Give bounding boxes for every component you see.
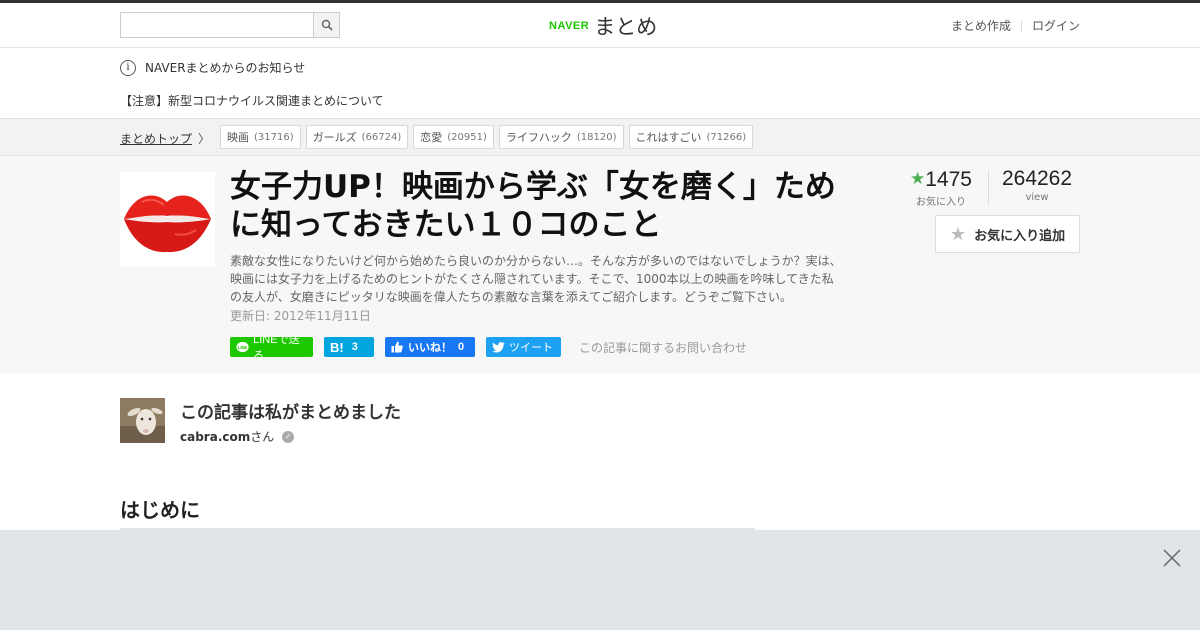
tag-label: 映画 — [227, 131, 249, 144]
logo-matome: まとめ — [594, 15, 658, 39]
search-icon — [321, 19, 333, 31]
hatena-count: 3 — [351, 341, 358, 353]
tag-item[interactable]: ライフハック (18120) — [498, 125, 624, 149]
tweet-button[interactable]: ツイート — [486, 337, 561, 357]
tag-count: (31716) — [254, 131, 294, 143]
search-input[interactable] — [121, 13, 315, 37]
favorites-label: お気に入り — [915, 197, 966, 208]
chevron-right-icon: 〉 — [198, 132, 211, 146]
notice-area: i NAVERまとめからのお知らせ 【注意】新型コロナウイルス関連まとめについて — [0, 48, 1200, 118]
lips-image — [120, 172, 215, 267]
author-name-row: cabra.com さん ✓ — [180, 428, 295, 445]
search-box — [120, 12, 340, 38]
star-icon: ★ — [949, 223, 967, 245]
hatena-icon: B! — [330, 339, 344, 355]
views-stat: 264262 view — [1002, 166, 1072, 208]
article-header: 女子力UP！映画から学ぶ「女を磨く」ために知っておきたい１０コのこと 素敵な女性… — [0, 156, 1200, 373]
site-header: NAVER まとめ まとめ作成 ログイン — [0, 3, 1200, 48]
tag-item[interactable]: ガールズ (66724) — [305, 125, 409, 149]
favorites-count-row: ★1475 — [910, 166, 972, 193]
tag-count: (20951) — [447, 131, 487, 143]
add-favorite-button[interactable]: ★ お気に入り追加 — [935, 215, 1080, 253]
article-title: 女子力UP！映画から学ぶ「女を磨く」ために知っておきたい１０コのこと — [230, 169, 836, 243]
author-heading: この記事は私がまとめました — [180, 403, 401, 423]
article-stats: ★1475 お気に入り 264262 view — [910, 166, 1072, 208]
favorites-stat: ★1475 お気に入り — [910, 166, 972, 208]
author-name[interactable]: cabra.com — [180, 430, 250, 444]
tweet-label: ツイート — [509, 342, 553, 354]
tag-label: これはすごい — [635, 131, 702, 144]
logo-naver: NAVER — [549, 20, 590, 32]
share-bar: LINE LINEで送る B! 3 いいね！ 0 ツイート この記事に関するお問… — [230, 334, 747, 362]
facebook-like-label: いいね！ — [408, 342, 452, 354]
favorites-count: 1475 — [925, 168, 972, 191]
tag-label: ガールズ — [312, 131, 357, 144]
star-icon: ★ — [910, 169, 926, 188]
author-box: この記事は私がまとめました cabra.com さん ✓ — [120, 398, 620, 445]
create-matome-link[interactable]: まとめ作成 — [951, 17, 1011, 34]
tag-item[interactable]: これはすごい (71266) — [628, 125, 754, 149]
updated-date: 更新日: 2012年11月11日 — [230, 309, 371, 323]
hatena-bookmark-button[interactable]: B! 3 — [324, 337, 374, 357]
tag-label: ライフハック — [505, 131, 572, 144]
section-heading: はじめに — [120, 494, 755, 530]
svg-text:LINE: LINE — [238, 344, 248, 349]
verified-icon: ✓ — [282, 430, 295, 443]
info-icon: i — [120, 59, 136, 76]
twitter-bird-icon — [492, 341, 505, 352]
tag-list: 映画 (31716) ガールズ (66724) 恋愛 (20951) ライフハック (1… — [220, 125, 758, 149]
close-icon[interactable] — [1162, 548, 1182, 568]
author-suffix: さん — [250, 430, 275, 444]
tag-count: (18120) — [576, 131, 617, 143]
avatar[interactable] — [120, 398, 165, 443]
tag-count: (71266) — [706, 131, 747, 143]
inquiry-link[interactable]: この記事に関するお問い合わせ — [579, 339, 747, 356]
tag-item[interactable]: 映画 (31716) — [220, 125, 301, 149]
breadcrumb-top-link[interactable]: まとめトップ — [120, 130, 192, 147]
article-thumbnail[interactable] — [120, 172, 215, 267]
header-links: まとめ作成 ログイン — [951, 17, 1080, 34]
breadcrumb: まとめトップ 〉 映画 (31716) ガールズ (66724) 恋愛 (20951)… — [0, 118, 1200, 156]
site-logo[interactable]: NAVER まとめ — [549, 11, 657, 41]
views-count: 264262 — [1001, 167, 1073, 190]
notice-heading-text: NAVERまとめからのお知らせ — [145, 61, 306, 75]
like-icon — [391, 341, 403, 353]
add-favorite-label: お気に入り追加 — [974, 228, 1066, 244]
stats-divider — [987, 170, 989, 204]
line-icon: LINE — [236, 341, 249, 352]
goat-avatar-image — [120, 398, 165, 443]
bottom-ad-overlay — [0, 530, 1200, 630]
views-label: view — [1025, 192, 1049, 203]
tag-label: 恋愛 — [420, 131, 443, 144]
login-link[interactable]: ログイン — [1032, 17, 1080, 34]
search-button[interactable] — [313, 13, 339, 37]
tag-item[interactable]: 恋愛 (20951) — [413, 125, 494, 149]
line-share-button[interactable]: LINE LINEで送る — [230, 334, 313, 362]
article-description: 素敵な女性になりたいけど何から始めたら良いのか分からない…。そんな方が多いのでは… — [230, 254, 842, 304]
line-share-label: LINEで送る — [253, 334, 300, 362]
notice-heading: i NAVERまとめからのお知らせ — [120, 59, 305, 76]
facebook-like-button[interactable]: いいね！ 0 — [385, 337, 475, 357]
facebook-like-count: 0 — [458, 341, 465, 353]
divider — [1020, 19, 1022, 32]
tag-count: (66724) — [361, 131, 402, 143]
notice-link[interactable]: 【注意】新型コロナウイルス関連まとめについて — [120, 92, 384, 109]
